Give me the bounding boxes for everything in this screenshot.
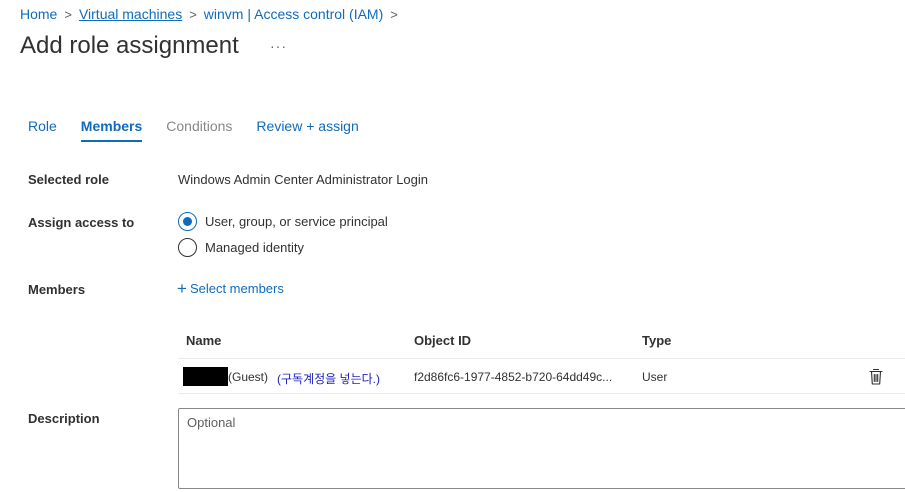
redacted-name-block <box>183 367 228 386</box>
description-label: Description <box>28 411 100 426</box>
table-row: (Guest) (구독계정을 넣는다.) f2d86fc6-1977-4852-… <box>178 360 905 394</box>
member-object-id: f2d86fc6-1977-4852-b720-64dd49c... <box>414 370 613 384</box>
tab-role[interactable]: Role <box>28 118 57 142</box>
breadcrumb-separator-icon: > <box>390 6 398 22</box>
tab-review-assign[interactable]: Review + assign <box>256 118 358 142</box>
more-options-icon[interactable]: ··· <box>270 38 287 54</box>
select-members-button[interactable]: + Select members <box>177 280 284 297</box>
table-header-divider <box>178 358 905 359</box>
selected-role-label: Selected role <box>28 172 109 187</box>
member-guest-suffix: (Guest) <box>228 370 269 384</box>
column-header-object-id: Object ID <box>414 333 472 348</box>
radio-label: Managed identity <box>205 240 305 255</box>
radio-user-group-sp[interactable]: User, group, or service principal <box>178 212 388 231</box>
column-header-type: Type <box>642 333 672 348</box>
breadcrumb: Home > Virtual machines > winvm | Access… <box>20 6 405 22</box>
tab-bar: Role Members Conditions Review + assign <box>28 118 383 142</box>
radio-unchecked-icon <box>178 238 197 257</box>
breadcrumb-separator-icon: > <box>64 6 72 22</box>
breadcrumb-winvm-iam[interactable]: winvm | Access control (IAM) <box>204 6 383 22</box>
radio-label: User, group, or service principal <box>205 214 388 229</box>
radio-managed-identity[interactable]: Managed identity <box>178 238 304 257</box>
tab-members[interactable]: Members <box>80 118 143 142</box>
plus-icon: + <box>177 279 187 298</box>
tab-conditions: Conditions <box>166 118 233 134</box>
member-annotation: (구독계정을 넣는다.) <box>277 372 380 386</box>
breadcrumb-home[interactable]: Home <box>20 6 57 22</box>
description-input[interactable] <box>178 408 905 489</box>
select-members-label: Select members <box>189 281 284 296</box>
trash-icon[interactable] <box>868 368 884 386</box>
breadcrumb-virtual-machines[interactable]: Virtual machines <box>79 6 182 22</box>
assign-access-label: Assign access to <box>28 215 135 230</box>
member-type: User <box>642 370 668 384</box>
column-header-name: Name <box>186 333 222 348</box>
members-label: Members <box>28 282 86 297</box>
radio-checked-icon <box>178 212 197 231</box>
breadcrumb-separator-icon: > <box>189 6 197 22</box>
page-title: Add role assignment <box>20 32 239 59</box>
selected-role-value: Windows Admin Center Administrator Login <box>178 172 429 187</box>
